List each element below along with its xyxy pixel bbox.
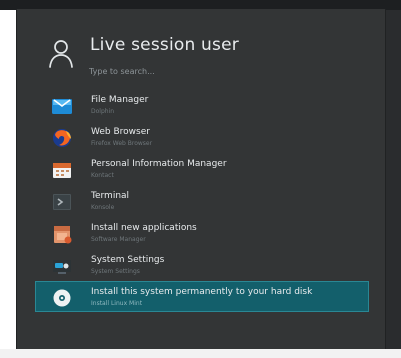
- bottom-strip: [0, 349, 401, 358]
- web-browser-icon: [53, 129, 71, 147]
- app-item-terminal[interactable]: Terminal Konsole: [35, 185, 369, 216]
- app-title: Install new applications: [91, 223, 197, 233]
- terminal-icon: [53, 194, 71, 210]
- app-subtitle: Kontact: [91, 172, 114, 179]
- menu-header: Live session user: [17, 9, 385, 91]
- personal-information-manager-icon: [53, 163, 71, 178]
- app-item-personal-information-manager[interactable]: Personal Information Manager Kontact: [35, 153, 369, 184]
- app-subtitle: Firefox Web Browser: [91, 140, 153, 147]
- session-user-name: Live session user: [90, 35, 239, 55]
- app-title: Personal Information Manager: [91, 159, 227, 169]
- software-manager-icon: [54, 226, 72, 244]
- app-item-file-manager[interactable]: File Manager Dolphin: [35, 89, 369, 120]
- app-title: System Settings: [91, 255, 165, 265]
- file-manager-icon: [52, 99, 72, 114]
- app-subtitle: Install Linux Mint: [91, 300, 143, 307]
- user-icon: [49, 40, 73, 68]
- app-subtitle: System Settings: [91, 268, 140, 275]
- right-panel: [386, 10, 401, 350]
- application-menu: Live session user File Manager Dolphin W…: [16, 9, 386, 349]
- app-item-system-settings[interactable]: System Settings System Settings: [35, 249, 369, 280]
- system-settings-icon: [53, 260, 71, 274]
- app-title: Terminal: [91, 191, 130, 201]
- app-item-software-manager[interactable]: Install new applications Software Manage…: [35, 217, 369, 248]
- app-item-install-system[interactable]: Install this system permanently to your …: [35, 281, 369, 312]
- install-disc-icon: [53, 289, 71, 307]
- application-list: File Manager Dolphin Web Browser Firefox…: [35, 89, 369, 313]
- search-input[interactable]: [89, 63, 329, 79]
- app-subtitle: Konsole: [91, 204, 115, 211]
- app-subtitle: Dolphin: [91, 108, 115, 115]
- app-title: Install this system permanently to your …: [91, 287, 313, 297]
- app-item-web-browser[interactable]: Web Browser Firefox Web Browser: [35, 121, 369, 152]
- app-title: File Manager: [91, 95, 149, 105]
- app-subtitle: Software Manager: [91, 236, 146, 243]
- app-title: Web Browser: [91, 127, 150, 137]
